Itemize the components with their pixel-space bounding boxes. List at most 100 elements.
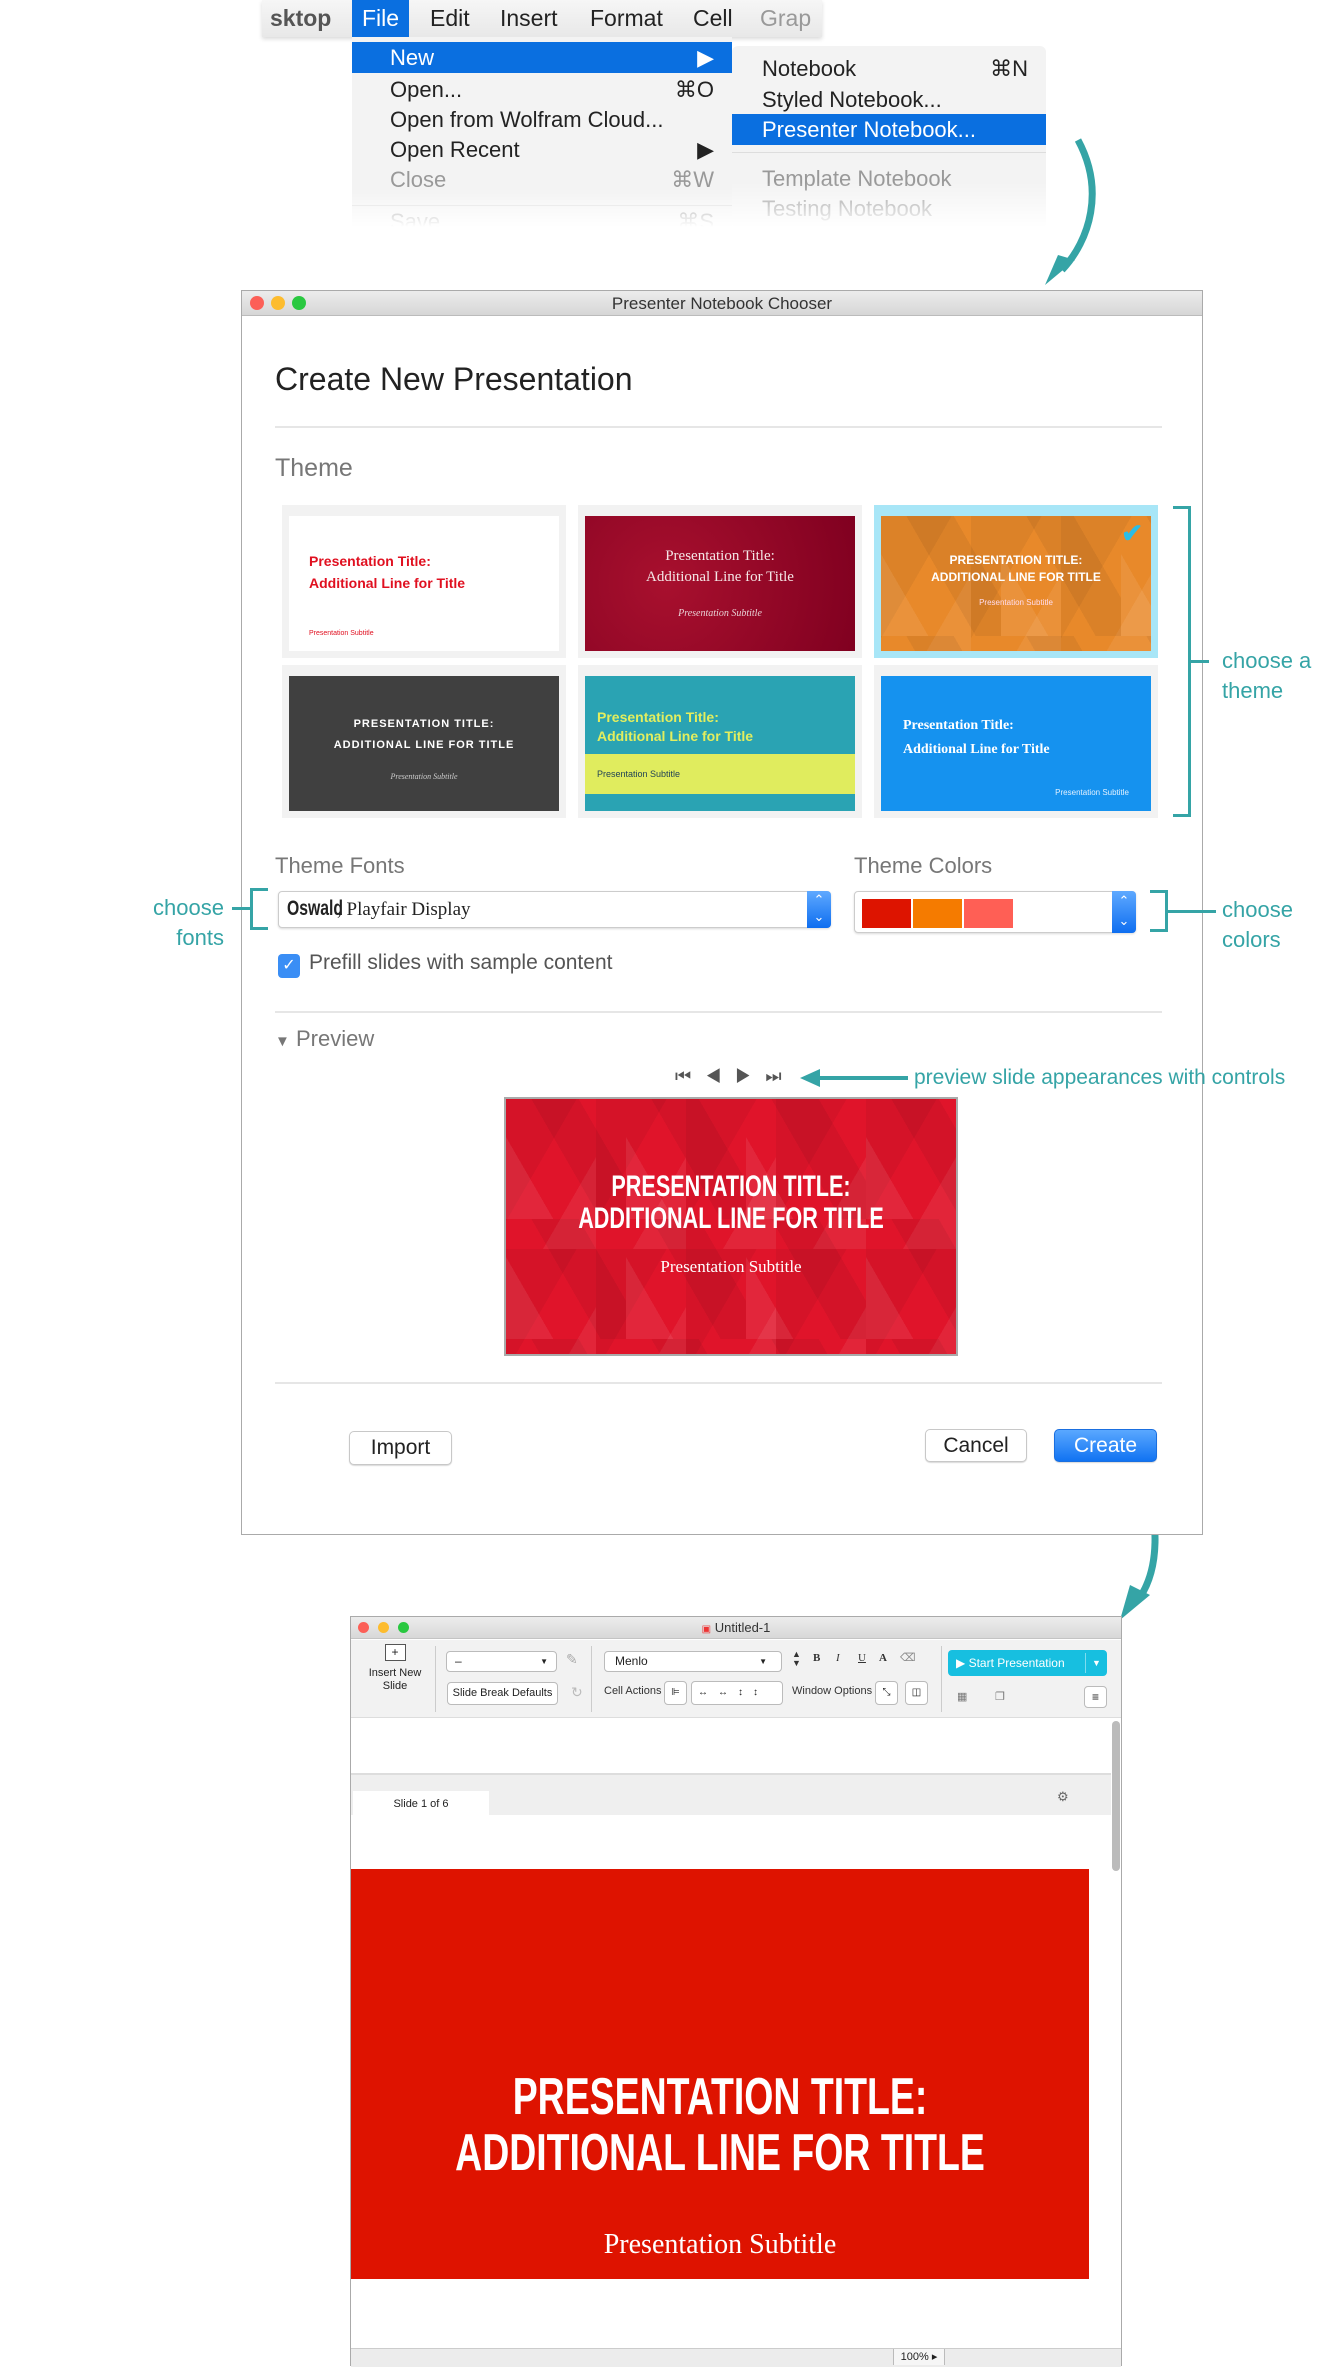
theme-fonts-label: Theme Fonts [275, 853, 405, 878]
theme-card-burgundy[interactable]: Presentation Title: Additional Line for T… [578, 505, 862, 658]
underline-button[interactable]: U [858, 1652, 866, 1664]
theme-colors-select[interactable]: ⌃ ⌄ [854, 891, 1136, 933]
cancel-button[interactable]: Cancel [925, 1429, 1027, 1462]
label: New [390, 45, 435, 70]
menu-item-testing-notebook[interactable]: Testing Notebook [732, 193, 1046, 224]
theme-card-white[interactable]: Presentation Title: Additional Line for T… [282, 505, 566, 658]
font-select[interactable]: Menlo ▼ [604, 1651, 782, 1672]
minimize-window-button[interactable] [378, 1622, 389, 1633]
menu-item-close[interactable]: Close ⌘W [352, 164, 732, 195]
menu-item-presenter-notebook[interactable]: Presenter Notebook... [732, 114, 1046, 145]
preview-slide-subtitle: Presentation Subtitle [660, 1257, 802, 1276]
preview-toggle[interactable]: ▼ Preview [275, 1026, 374, 1052]
menu-item-notebook[interactable]: Notebook ⌘N [732, 53, 1046, 84]
menu-item-save[interactable]: Save ⌘S [352, 205, 732, 227]
create-button[interactable]: Create [1054, 1429, 1157, 1462]
zoom-window-button[interactable] [292, 296, 306, 310]
value: Menlo [615, 1654, 648, 1668]
eraser-icon[interactable]: ⌫ [900, 1651, 916, 1664]
toolbar: + Insert New Slide – ▼ ✎ Slide Break Defa… [351, 1640, 1121, 1718]
submenu-arrow-icon: ▶ [697, 45, 714, 70]
menu-bar: sktop File Edit Insert Format Cell Grap [262, 0, 822, 37]
label: Insert New Slide [368, 1667, 422, 1692]
slide-break-defaults-button[interactable]: Slide Break Defaults [447, 1682, 558, 1705]
chevron-down-icon[interactable]: ▼ [1085, 1653, 1107, 1673]
theme-fonts-select[interactable]: Oswald , Playfair Display ⌃ ⌄ [278, 891, 831, 928]
size-stepper[interactable]: ▲ ▼ [792, 1650, 801, 1668]
menu-item-open-recent[interactable]: Open Recent ▶ [352, 134, 732, 165]
previous-slide-button[interactable]: ◀ [705, 1066, 735, 1086]
last-slide-button[interactable]: ⏭ [765, 1066, 795, 1086]
window-layout-button[interactable]: ◫ [905, 1681, 928, 1705]
theme-card-blue[interactable]: Presentation Title: Additional Line for T… [874, 665, 1158, 818]
duplicate-icon[interactable]: ❐ [995, 1690, 1005, 1703]
wand-icon[interactable]: ✎ [566, 1651, 578, 1668]
cell-move-buttons[interactable]: ↔↔↕↕ [691, 1681, 783, 1705]
menu-insert[interactable]: Insert [500, 5, 558, 32]
theme-thumbnail: Presentation Title: Additional Line for T… [881, 676, 1151, 811]
slide-tab[interactable]: Slide 1 of 6 [353, 1791, 489, 1817]
vertical-scrollbar[interactable] [1112, 1721, 1120, 1871]
menu-item-open-cloud[interactable]: Open from Wolfram Cloud... [352, 104, 732, 135]
label: Styled Notebook... [762, 87, 942, 112]
style-select[interactable]: – ▼ [446, 1651, 557, 1672]
window-resize-button[interactable]: ⤡ [875, 1681, 898, 1705]
theme-title: PRESENTATION TITLE: ADDITIONAL LINE FOR T… [333, 718, 515, 751]
label: Close [390, 167, 447, 192]
theme-card-orange-selected[interactable]: ✔ PRESENTATION TITLE: ADDITIONAL LINE FOR… [874, 505, 1158, 658]
menu-item-new[interactable]: New ▶ [352, 42, 732, 73]
notebook-title-bar: ▣ Untitled-1 [351, 1617, 1121, 1639]
insert-slide-icon: + [384, 1644, 406, 1661]
calculator-icon[interactable]: ▦ [957, 1690, 967, 1703]
theme-card-teal[interactable]: Presentation Title: Additional Line for T… [578, 665, 862, 818]
menu-edit[interactable]: Edit [430, 5, 470, 32]
menu-item-styled-notebook[interactable]: Styled Notebook... [732, 84, 1046, 115]
menu-cell[interactable]: Cell [693, 5, 733, 32]
checkmark-icon: ✔ [1121, 518, 1143, 548]
label: Presenter Notebook... [762, 117, 977, 142]
up-down-chevron-icon: ⌃ ⌄ [807, 891, 831, 928]
preview-label: Preview [295, 1026, 375, 1051]
menu-desktop[interactable]: sktop [270, 5, 331, 32]
slide: PRESENTATION TITLE: ADDITIONAL LINE FOR T… [351, 1869, 1089, 2279]
import-button[interactable]: Import [349, 1431, 452, 1465]
bold-button[interactable]: B [813, 1652, 820, 1664]
text-color-button[interactable]: A [879, 1652, 887, 1664]
prefill-checkbox[interactable]: ✓ [278, 954, 300, 978]
window-options-label: Window Options [792, 1685, 873, 1697]
next-slide-button[interactable]: ▶ [735, 1066, 765, 1086]
menu-item-open[interactable]: Open... ⌘O [352, 74, 732, 105]
presenter-notebook-chooser-dialog: Presenter Notebook Chooser Create New Pr… [241, 290, 1203, 1535]
annotation-choose-colors: choose colors [1222, 897, 1293, 952]
color-swatch [862, 899, 911, 928]
start-presentation-button[interactable]: ▶ Start Presentation ▼ [948, 1650, 1107, 1676]
italic-button[interactable]: I [836, 1652, 840, 1664]
theme-subtitle: Presentation Subtitle [678, 608, 762, 619]
theme-card-dark[interactable]: PRESENTATION TITLE: ADDITIONAL LINE FOR T… [282, 665, 566, 818]
close-window-button[interactable] [250, 296, 264, 310]
theme-thumbnail: Presentation Title: Additional Line for T… [585, 676, 855, 811]
zoom-window-button[interactable] [398, 1622, 409, 1633]
disclosure-triangle-icon: ▼ [275, 1033, 290, 1050]
close-window-button[interactable] [358, 1622, 369, 1633]
label: Testing Notebook [762, 196, 932, 221]
menu-graphics[interactable]: Grap [760, 5, 811, 32]
chevron-down-icon: ▼ [759, 1657, 767, 1666]
divider [275, 1382, 1162, 1384]
menu-item-template-notebook[interactable]: Template Notebook [732, 163, 1046, 194]
preview-slide: PRESENTATION TITLE: ADDITIONAL LINE FOR T… [504, 1097, 958, 1356]
cell-align-button[interactable]: ⊫ [664, 1681, 687, 1705]
preview-slide-title: PRESENTATION TITLE: ADDITIONAL LINE FOR T… [578, 1170, 884, 1235]
gear-icon[interactable]: ⚙ [1057, 1789, 1069, 1805]
label: Notebook [762, 56, 857, 81]
shortcut: ⌘S [677, 209, 714, 227]
menu-file[interactable]: File [352, 0, 410, 37]
insert-new-slide-button[interactable]: + Insert New Slide [361, 1644, 429, 1693]
menu-format[interactable]: Format [590, 5, 663, 32]
first-slide-button[interactable]: ⏮ [675, 1066, 705, 1086]
new-submenu: Notebook ⌘N Styled Notebook... Presenter … [732, 46, 1046, 228]
label: Open... [390, 77, 463, 102]
minimize-window-button[interactable] [271, 296, 285, 310]
refresh-icon[interactable]: ↻ [571, 1684, 583, 1701]
menu-icon[interactable]: ≡ [1084, 1686, 1107, 1708]
